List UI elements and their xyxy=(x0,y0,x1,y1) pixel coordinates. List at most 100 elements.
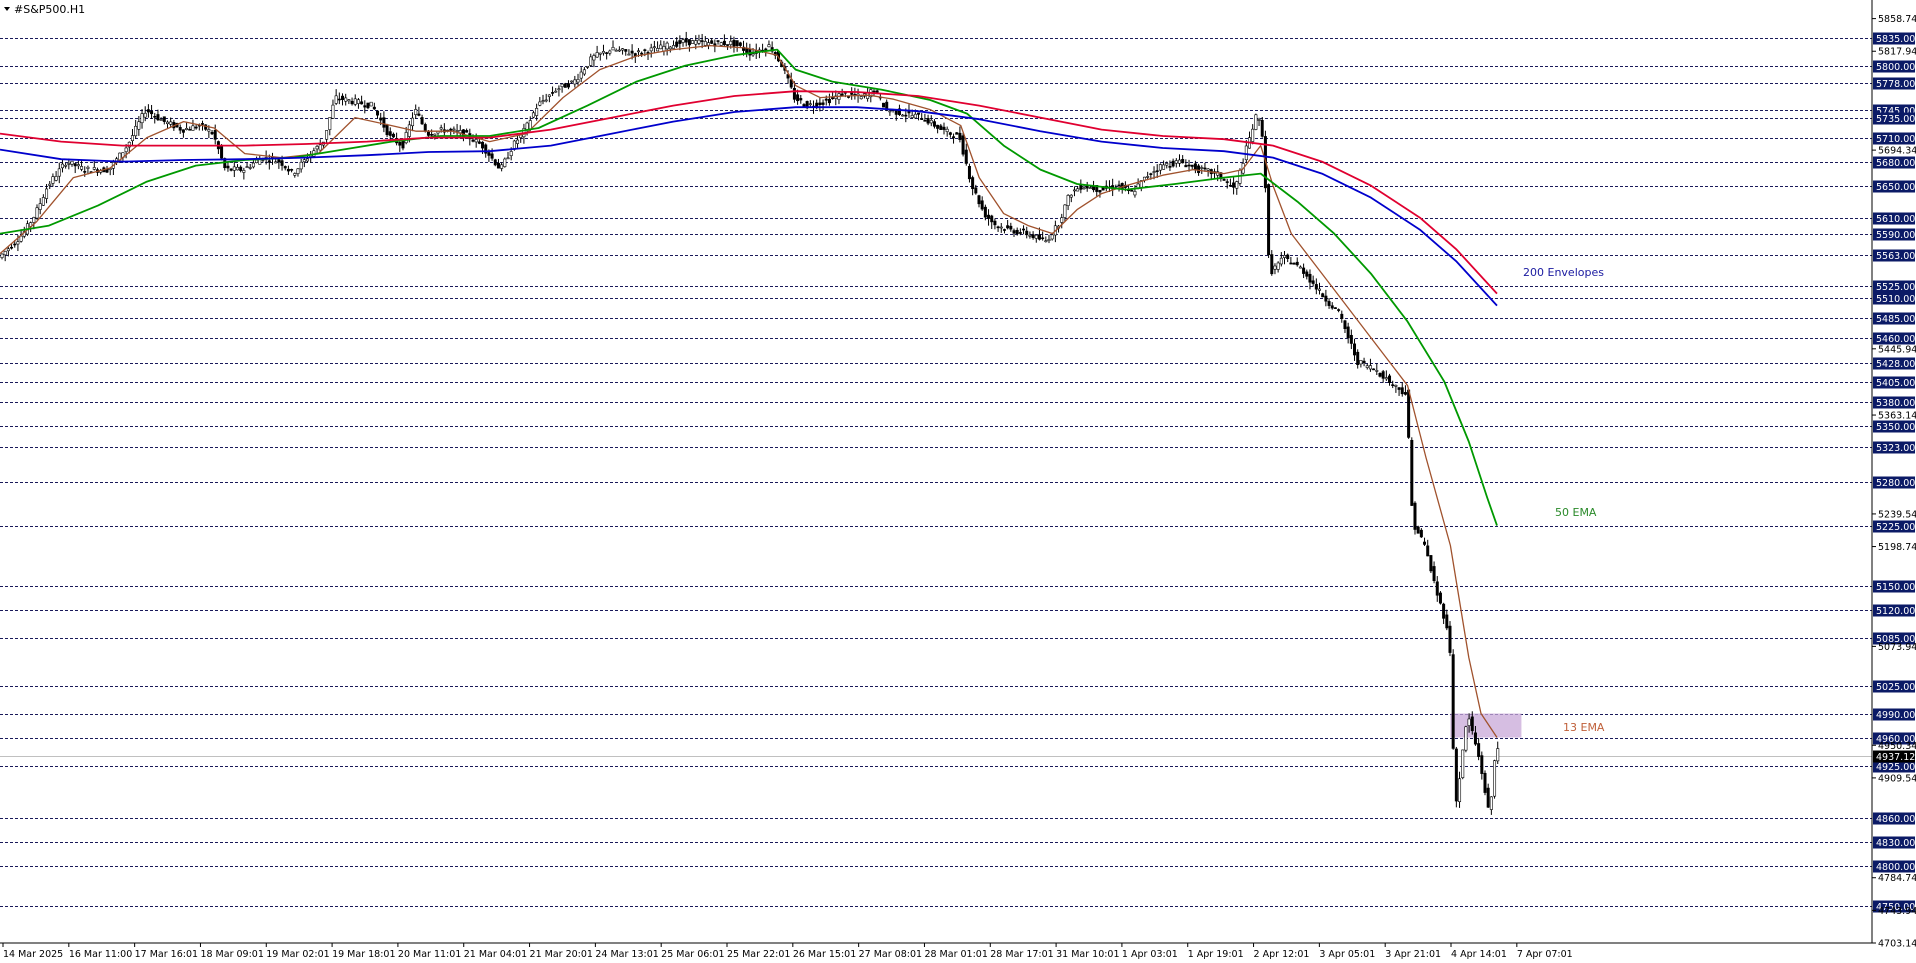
x-tick-label: 19 Mar 18:01 xyxy=(332,949,395,960)
candle-body xyxy=(656,48,660,52)
candle-body xyxy=(792,88,796,100)
candle-body xyxy=(1419,529,1423,538)
candle-body xyxy=(404,132,408,144)
candle-body xyxy=(942,126,946,130)
candle-body xyxy=(1442,603,1446,619)
candle-body xyxy=(248,167,252,169)
candle-body xyxy=(331,104,335,119)
candle-body xyxy=(356,99,360,104)
y-tick-label: 5073.94 xyxy=(1878,642,1916,653)
candle-body xyxy=(1362,360,1366,364)
candle-body xyxy=(86,166,90,169)
level-label: 4830.00 xyxy=(1876,838,1915,849)
x-tick-label: 28 Mar 17:01 xyxy=(990,949,1053,960)
candle-body xyxy=(1493,760,1497,797)
candle-body xyxy=(1009,225,1013,230)
candle-body xyxy=(1251,128,1255,142)
candle-body xyxy=(1381,371,1385,379)
x-tick-label: 20 Mar 11:01 xyxy=(398,949,461,960)
candle-body xyxy=(1222,179,1226,181)
candle-body xyxy=(926,118,930,124)
candle-body xyxy=(1435,581,1439,596)
candle-body xyxy=(1346,326,1350,339)
candle-body xyxy=(1152,171,1156,173)
level-label: 5650.00 xyxy=(1876,182,1915,193)
candle-body xyxy=(1458,778,1462,803)
candle-body xyxy=(1483,772,1487,793)
candle-body xyxy=(636,50,640,53)
candle-body xyxy=(1047,239,1051,241)
candle-body xyxy=(945,128,949,132)
candle-body xyxy=(334,95,338,104)
candle-body xyxy=(1060,217,1064,223)
candle-body xyxy=(1197,165,1201,173)
level-label: 4860.00 xyxy=(1876,814,1915,825)
candle-body xyxy=(665,42,669,50)
candle-body xyxy=(1076,188,1080,192)
candle-body xyxy=(847,96,851,98)
candle-body xyxy=(554,90,558,93)
candle-body xyxy=(213,129,217,140)
candle-body xyxy=(1092,186,1096,191)
candle-body xyxy=(1072,189,1076,192)
candle-body xyxy=(1318,288,1322,291)
candle-body xyxy=(958,132,962,140)
candle-body xyxy=(675,41,679,47)
candle-body xyxy=(290,169,294,171)
candle-body xyxy=(859,96,863,100)
price-chart[interactable]: 5835.005800.005778.005745.005735.005710.… xyxy=(0,0,1916,963)
candle-body xyxy=(1018,232,1022,234)
candle-body xyxy=(652,46,656,49)
candle-body xyxy=(700,40,704,42)
candle-body xyxy=(1353,343,1357,356)
candle-body xyxy=(1359,360,1363,365)
candle-body xyxy=(315,146,319,150)
candle-body xyxy=(1448,625,1452,653)
level-label: 5680.00 xyxy=(1876,158,1915,169)
candle-body xyxy=(939,125,943,130)
candle-body xyxy=(235,166,239,171)
candle-body xyxy=(1372,368,1376,371)
candle-body xyxy=(296,168,300,174)
candle-body xyxy=(185,128,189,130)
candle-body xyxy=(875,90,879,93)
candle-body xyxy=(366,102,370,109)
candle-body xyxy=(1098,190,1102,193)
candle-body xyxy=(719,42,723,46)
x-tick-label: 19 Mar 02:01 xyxy=(266,949,329,960)
candle-body xyxy=(382,117,386,128)
candle-body xyxy=(1432,566,1436,581)
x-tick-label: 21 Mar 04:01 xyxy=(464,949,527,960)
symbol-header[interactable]: #S&P500.H1 xyxy=(4,3,85,16)
candle-body xyxy=(54,176,58,181)
candle-body xyxy=(910,115,914,118)
level-label: 5735.00 xyxy=(1876,114,1915,125)
candle-body xyxy=(226,165,230,169)
candle-body xyxy=(668,46,672,50)
y-tick-label: 5817.94 xyxy=(1878,47,1916,58)
candle-body xyxy=(251,162,255,168)
candle-body xyxy=(735,40,739,46)
candle-body xyxy=(83,171,87,173)
candle-body xyxy=(831,97,835,100)
candle-body xyxy=(60,163,64,169)
y-tick-label: 4703.14 xyxy=(1878,939,1916,950)
candle-body xyxy=(188,128,192,131)
candle-body xyxy=(426,131,430,136)
candle-body xyxy=(1254,114,1258,130)
candle-body xyxy=(493,159,497,166)
candle-body xyxy=(280,160,284,166)
candle-body xyxy=(1391,384,1395,386)
candle-body xyxy=(1044,240,1048,243)
level-label: 5025.00 xyxy=(1876,682,1915,693)
candle-body xyxy=(439,127,443,130)
candle-body xyxy=(1305,271,1309,277)
candle-body xyxy=(130,135,134,142)
candle-body xyxy=(1480,755,1484,774)
level-label: 5778.00 xyxy=(1876,79,1915,90)
y-tick-label: 5694.34 xyxy=(1878,146,1916,157)
candle-body xyxy=(1276,262,1280,270)
x-tick-label: 25 Mar 22:01 xyxy=(727,949,790,960)
candle-body xyxy=(993,220,997,226)
candle-body xyxy=(576,79,580,83)
